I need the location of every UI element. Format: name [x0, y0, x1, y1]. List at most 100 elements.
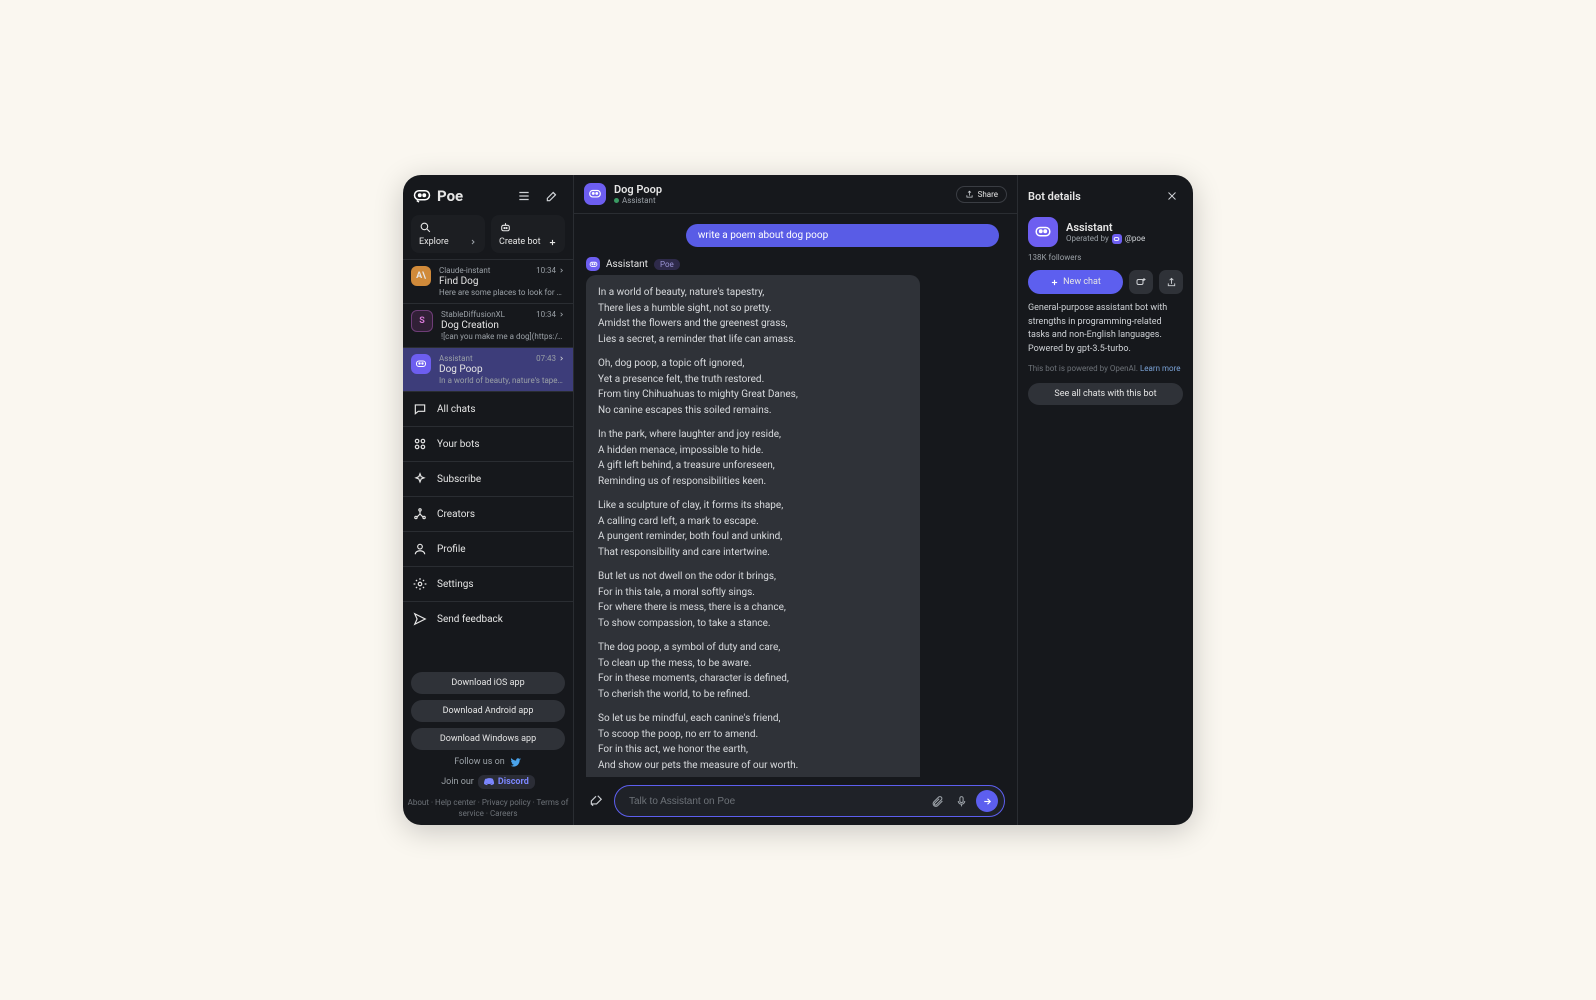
- details-bot-row: Assistant Operated by @poe: [1018, 213, 1193, 251]
- nav-label: Your bots: [437, 439, 480, 450]
- footer-privacy[interactable]: Privacy policy: [482, 798, 531, 807]
- details-actions: New chat: [1018, 270, 1193, 302]
- explore-label: Explore: [419, 237, 449, 247]
- attach-button[interactable]: [928, 792, 946, 810]
- chat-time: 10:34: [536, 310, 565, 319]
- twitter-icon[interactable]: [509, 756, 522, 769]
- chat-bot-name: StableDiffusionXL: [441, 310, 505, 319]
- bot-message-header: Assistant Poe: [586, 257, 999, 271]
- bot-message: In a world of beauty, nature's tapestry,…: [586, 275, 920, 777]
- sidebar: Poe Explore Create bot: [403, 175, 574, 825]
- operator-badge-icon: [1112, 234, 1122, 244]
- see-all-chats-button[interactable]: See all chats with this bot: [1028, 383, 1183, 405]
- close-details-button[interactable]: [1161, 185, 1183, 207]
- plus-icon: [548, 238, 557, 247]
- chevron-right-icon: [469, 238, 477, 246]
- message-input[interactable]: [627, 795, 922, 808]
- bot-plus-icon: [1135, 276, 1147, 288]
- chat-time: 07:43: [536, 354, 565, 363]
- chat-preview: Here are some places to look for a goo..…: [439, 288, 565, 297]
- nav-your-bots[interactable]: Your bots: [403, 427, 573, 462]
- footer-careers[interactable]: Careers: [490, 809, 518, 818]
- nav-feedback[interactable]: Send feedback: [403, 602, 573, 636]
- nav-all-chats[interactable]: All chats: [403, 392, 573, 427]
- download-android-button[interactable]: Download Android app: [411, 700, 565, 722]
- details-powered: This bot is powered by OpenAI. Learn mor…: [1018, 364, 1193, 383]
- paperclip-icon: [931, 795, 944, 808]
- footer-about[interactable]: About: [408, 798, 429, 807]
- chat-preview: In a world of beauty, nature's tapestry,…: [439, 376, 565, 385]
- app-window: Poe Explore Create bot: [403, 175, 1193, 825]
- details-operator: Operated by @poe: [1066, 234, 1145, 244]
- send-icon: [413, 612, 427, 626]
- chat-time: 10:34: [536, 266, 565, 275]
- main-panel: Dog Poop Assistant Share write a poem ab…: [574, 175, 1017, 825]
- create-bot-card[interactable]: Create bot: [491, 215, 565, 253]
- nav-label: Profile: [437, 544, 466, 555]
- voice-button[interactable]: [952, 792, 970, 810]
- sidebar-quick-row: Explore Create bot: [403, 215, 573, 259]
- details-description: General-purpose assistant bot with stren…: [1018, 302, 1193, 364]
- sidebar-nav: All chats Your bots Subscribe Creators P…: [403, 391, 573, 636]
- followers-count: 138K followers: [1018, 251, 1193, 270]
- network-icon: [413, 507, 427, 521]
- nav-settings[interactable]: Settings: [403, 567, 573, 602]
- share-bot-button[interactable]: [1159, 270, 1183, 294]
- discord-icon: [484, 777, 495, 786]
- chevron-right-icon: [558, 311, 565, 318]
- chevron-right-icon: [558, 267, 565, 274]
- details-header: Bot details: [1018, 175, 1193, 213]
- nav-label: Send feedback: [437, 614, 503, 625]
- send-button[interactable]: [976, 790, 998, 812]
- compose-icon[interactable]: [541, 185, 563, 207]
- download-windows-button[interactable]: Download Windows app: [411, 728, 565, 750]
- bot-name: Assistant: [606, 259, 648, 270]
- nav-creators[interactable]: Creators: [403, 497, 573, 532]
- chat-title: Dog Poop: [439, 364, 565, 375]
- share-button[interactable]: Share: [956, 186, 1007, 203]
- user-message: write a poem about dog poop: [686, 224, 999, 247]
- create-bot-label: Create bot: [499, 237, 541, 247]
- nav-label: Creators: [437, 509, 475, 520]
- conversation-subtitle: Assistant: [614, 196, 948, 205]
- download-ios-button[interactable]: Download iOS app: [411, 672, 565, 694]
- share-icon: [965, 190, 974, 199]
- add-to-button[interactable]: [1129, 270, 1153, 294]
- online-dot-icon: [614, 198, 619, 203]
- avatar-claude-icon: A\: [411, 266, 431, 286]
- learn-more-link[interactable]: Learn more: [1140, 364, 1180, 373]
- new-chat-button[interactable]: New chat: [1028, 270, 1123, 294]
- nav-label: All chats: [437, 404, 475, 415]
- grid-icon: [413, 437, 427, 451]
- sparkle-icon: [413, 472, 427, 486]
- app-name: Poe: [437, 187, 463, 205]
- chat-item-dog-poop[interactable]: Assistant 07:43 Dog Poop In a world of b…: [403, 347, 573, 391]
- discord-button[interactable]: Discord: [478, 775, 535, 789]
- nav-subscribe[interactable]: Subscribe: [403, 462, 573, 497]
- close-icon: [1166, 190, 1178, 202]
- nav-profile[interactable]: Profile: [403, 532, 573, 567]
- bot-avatar-icon: [586, 257, 600, 271]
- gear-icon: [413, 577, 427, 591]
- chat-list: A\ Claude-instant 10:34 Find Dog Here ar…: [403, 259, 573, 391]
- chat-item-dog-creation[interactable]: S StableDiffusionXL 10:34 Dog Creation !…: [403, 303, 573, 347]
- operator-handle[interactable]: @poe: [1125, 234, 1145, 243]
- user-icon: [413, 542, 427, 556]
- avatar-assistant-icon: [411, 354, 431, 374]
- chat-preview: ![can you make me a dog](https://qph...: [441, 332, 565, 341]
- join-label: Join our: [441, 777, 474, 787]
- arrow-right-icon: [982, 796, 993, 807]
- explore-card[interactable]: Explore: [411, 215, 485, 253]
- menu-icon[interactable]: [513, 185, 535, 207]
- conversation-scroll[interactable]: write a poem about dog poop Assistant Po…: [574, 214, 1017, 777]
- conversation-title: Dog Poop: [614, 183, 948, 196]
- footer-help[interactable]: Help center: [435, 798, 476, 807]
- mic-icon: [955, 795, 968, 808]
- nav-label: Settings: [437, 579, 474, 590]
- chat-item-find-dog[interactable]: A\ Claude-instant 10:34 Find Dog Here ar…: [403, 259, 573, 303]
- broom-icon: [589, 794, 603, 808]
- header-avatar-icon: [584, 183, 606, 205]
- chat-bubble-icon: [413, 402, 427, 416]
- sidebar-bottom: Download iOS app Download Android app Do…: [403, 664, 573, 797]
- clear-context-button[interactable]: [586, 791, 606, 811]
